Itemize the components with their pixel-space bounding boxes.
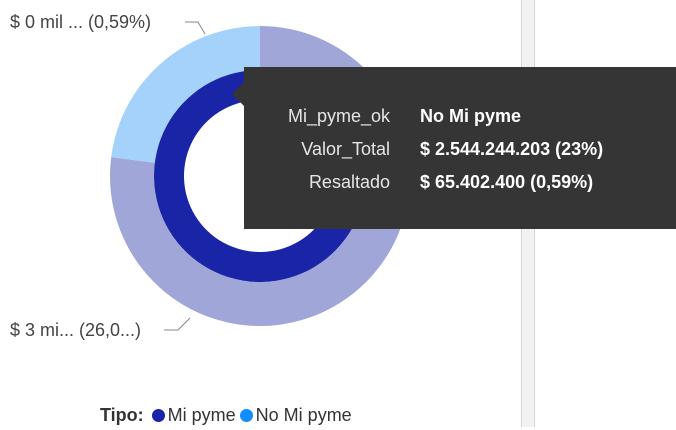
data-label-top-text: $ 0 mil ... (0,59%) [10, 12, 151, 32]
data-label-bottom: $ 3 mi... (26,0...) [10, 317, 191, 340]
leader-line-top [185, 21, 206, 35]
legend-label: No Mi pyme [255, 404, 352, 425]
data-label-top: $ 0 mil ... (0,59%) [10, 12, 206, 35]
legend-label: Mi pyme [167, 404, 236, 425]
legend-item-no-mi-pyme[interactable]: No Mi pyme [239, 404, 352, 426]
tooltip-value: $ 65.402.400 (0,59%) [420, 172, 594, 192]
tooltip-key: Mi_pyme_ok [287, 106, 390, 126]
tooltip-key: Valor_Total [301, 139, 390, 159]
legend-dot-icon [239, 408, 253, 422]
tooltip-value: $ 2.544.244.203 (23%) [420, 139, 604, 159]
tooltip: Mi_pyme_ok No Mi pyme Valor_Total $ 2.54… [244, 67, 676, 229]
tooltip-arrow [232, 82, 244, 106]
tooltip-row: Valor_Total $ 2.544.244.203 (23%) [244, 134, 676, 164]
tooltip-key: Resaltado [308, 172, 390, 192]
legend-item-mi-pyme[interactable]: Mi pyme [151, 404, 236, 426]
tooltip-row: Resaltado $ 65.402.400 (0,59%) [244, 167, 676, 197]
tooltip-value: No Mi pyme [420, 106, 522, 126]
legend-dot-icon [151, 408, 165, 422]
data-label-bottom-text: $ 3 mi... (26,0...) [10, 320, 141, 340]
legend-title: Tipo: [100, 404, 144, 425]
legend: Tipo: Mi pyme No Mi pyme [100, 400, 356, 430]
tooltip-row: Mi_pyme_ok No Mi pyme [244, 101, 676, 131]
leader-line-bottom [164, 317, 191, 331]
